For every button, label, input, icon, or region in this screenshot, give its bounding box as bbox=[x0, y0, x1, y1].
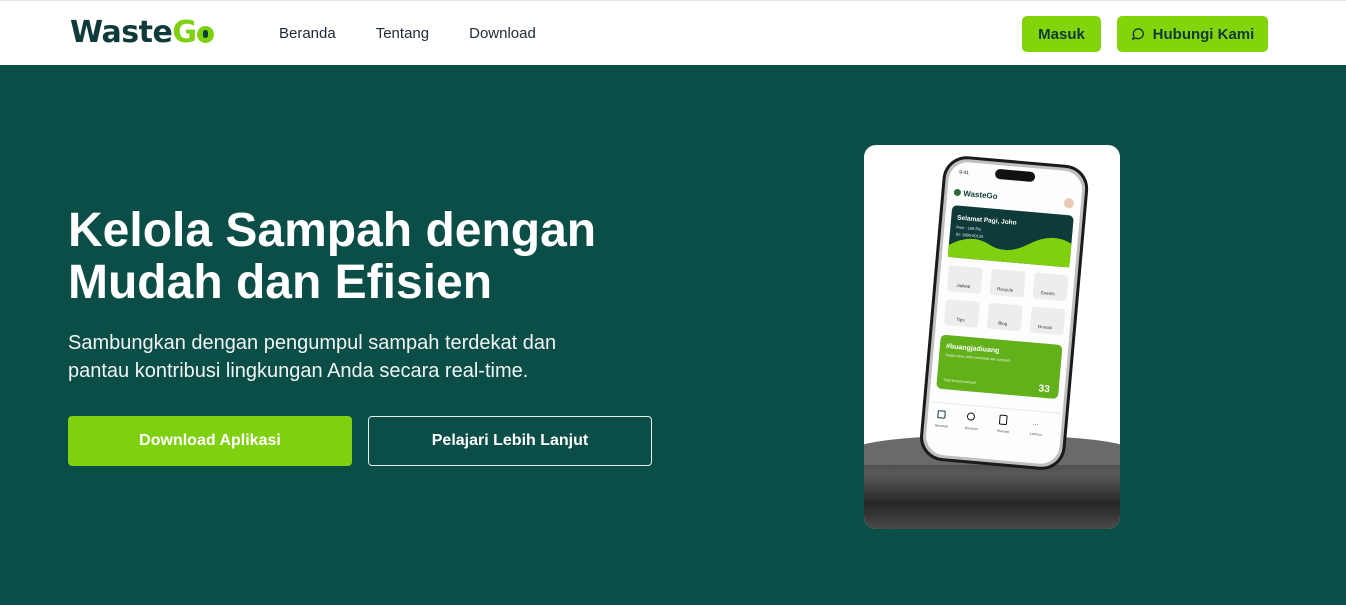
logo-text-prefix: Waste bbox=[70, 15, 173, 50]
phone-menu-tips: Tips bbox=[956, 317, 965, 323]
nav-download[interactable]: Download bbox=[469, 25, 536, 42]
phone-mockup: 9:41 WasteGo Selamat Pagi, John Poin : 1… bbox=[920, 156, 1089, 470]
hero-subtitle: Sambungkan dengan pengumpul sampah terde… bbox=[68, 329, 628, 385]
app-preview-card: 9:41 WasteGo Selamat Pagi, John Poin : 1… bbox=[864, 145, 1120, 529]
download-app-button[interactable]: Download Aplikasi bbox=[68, 416, 352, 466]
main-nav: Beranda Tentang Download bbox=[279, 25, 536, 42]
contact-button-label: Hubungi Kami bbox=[1152, 25, 1255, 43]
learn-more-button[interactable]: Pelajari Lebih Lanjut bbox=[368, 416, 652, 466]
more-icon: ··· bbox=[1032, 422, 1039, 429]
hero-title-line1: Kelola Sampah dengan bbox=[68, 204, 597, 257]
phone-promo-count: 33 bbox=[1038, 383, 1050, 395]
top-navbar: Waste G Beranda Tentang Download Masuk Hu… bbox=[0, 0, 1346, 65]
coin-icon bbox=[197, 26, 215, 43]
phone-status-time: 9:41 bbox=[959, 170, 969, 177]
hero-title: Kelola Sampah dengan Mudah dan Efisien bbox=[68, 205, 688, 309]
phone-menu-blog: Blog bbox=[998, 321, 1008, 327]
chat-bubble-icon bbox=[1131, 28, 1144, 40]
hero-subtitle-line1: Sambungkan dengan pengumpul sampah terde… bbox=[68, 332, 557, 354]
hero-subtitle-line2: pantau kontribusi lingkungan Anda secara… bbox=[68, 360, 529, 382]
contact-button[interactable]: Hubungi Kami bbox=[1117, 16, 1268, 52]
hero-title-line2: Mudah dan Efisien bbox=[68, 256, 493, 309]
login-button[interactable]: Masuk bbox=[1022, 16, 1101, 52]
nav-beranda[interactable]: Beranda bbox=[279, 25, 336, 42]
nav-tentang[interactable]: Tentang bbox=[376, 25, 429, 42]
logo-text-accent: G bbox=[172, 15, 197, 50]
wastego-logo[interactable]: Waste G bbox=[70, 15, 215, 50]
